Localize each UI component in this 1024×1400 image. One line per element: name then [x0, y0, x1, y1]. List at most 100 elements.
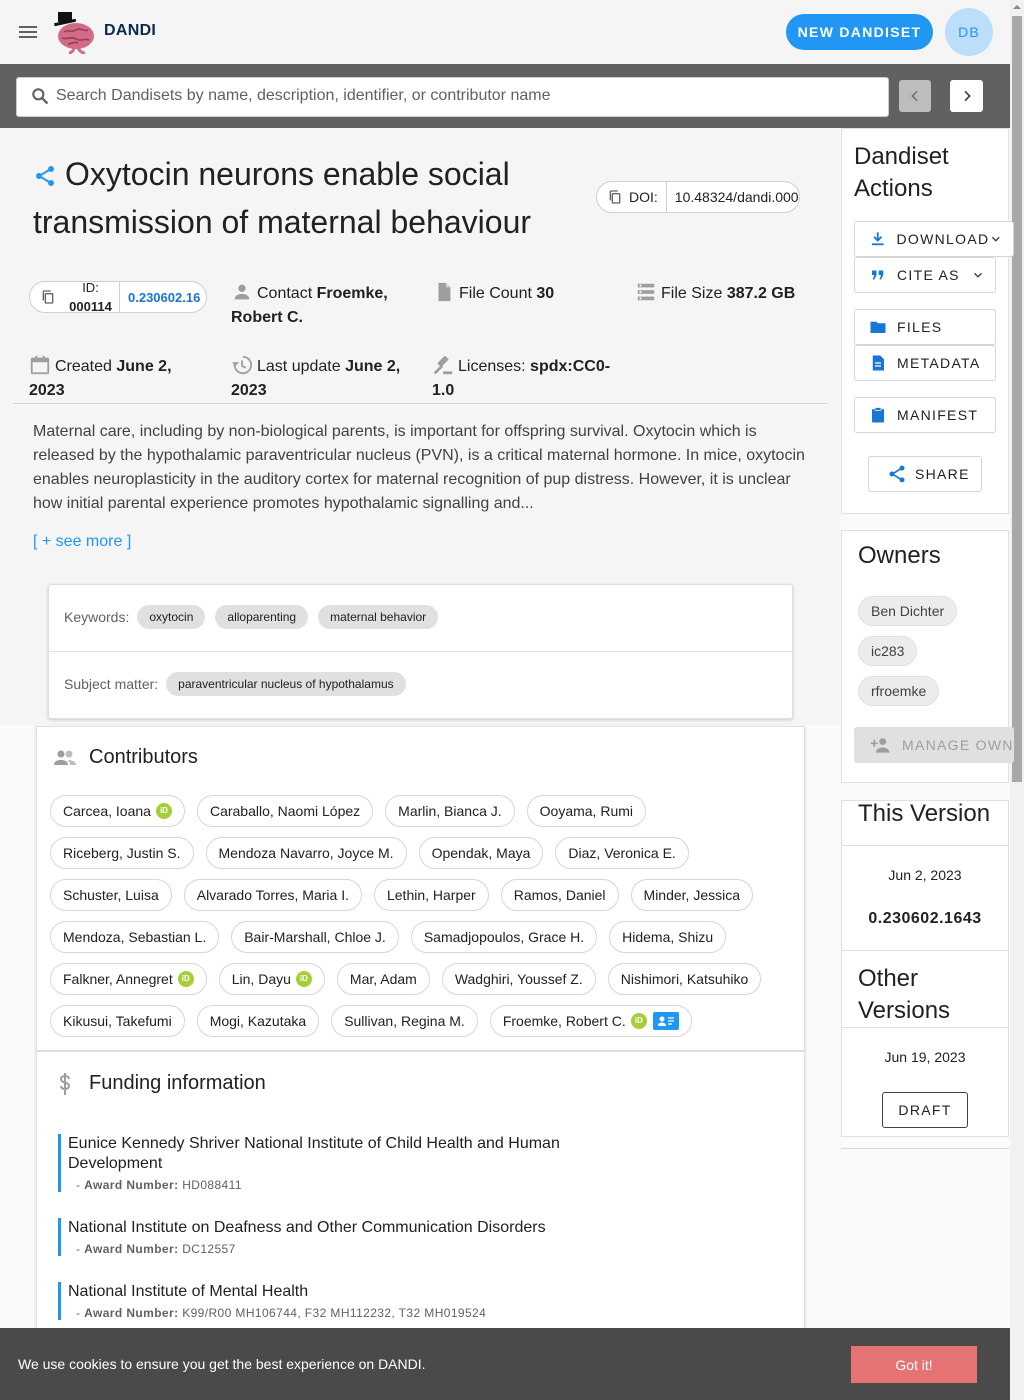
menu-icon[interactable]: [16, 20, 40, 44]
contributor-name: Caraballo, Naomi López: [209, 803, 361, 819]
identifier-value: 000114: [69, 299, 112, 313]
dandi-logo[interactable]: [52, 10, 98, 54]
file-icon: [438, 282, 451, 302]
award-number: - Award Number: DC12557: [76, 1242, 236, 1256]
contributor-chip[interactable]: Alvarado Torres, Maria I.: [183, 879, 362, 911]
draft-version-button[interactable]: Draft: [882, 1092, 968, 1128]
contributor-chip[interactable]: Carcea, Ioana iD: [50, 795, 185, 827]
files-button[interactable]: Files: [854, 309, 996, 345]
orcid-icon[interactable]: iD: [630, 1013, 647, 1029]
manage-owners-label: Manage Own: [902, 737, 1014, 753]
this-version-number[interactable]: 0.230602.1643: [842, 910, 1008, 928]
divider: [841, 950, 1009, 951]
contributor-chip[interactable]: Nishimori, Katsuhiko: [607, 963, 762, 995]
scrollbar-thumb[interactable]: [1012, 16, 1022, 782]
contributor-chip[interactable]: Bair-Marshall, Chloe J.: [231, 921, 399, 953]
contributor-chip[interactable]: Marlin, Bianca J.: [385, 795, 515, 827]
copy-icon[interactable]: [607, 189, 623, 205]
share-icon[interactable]: [33, 164, 57, 188]
search-icon: [30, 86, 50, 106]
chevron-right-icon: [963, 90, 971, 102]
quote-icon: [872, 270, 884, 280]
history-icon: [231, 355, 253, 375]
funding-item: National Institute of Mental Health - Aw…: [58, 1282, 578, 1320]
contact-info: Contact Froemke, Robert C.: [231, 281, 421, 330]
contributor-chip[interactable]: Hidema, Shizu: [609, 921, 727, 953]
manage-owners-button[interactable]: Manage Own: [854, 727, 1014, 763]
contributor-chip[interactable]: Kikusui, Takefumi: [50, 1005, 185, 1037]
accept-cookies-button[interactable]: Got it!: [851, 1346, 977, 1383]
contributor-name: Minder, Jessica: [643, 887, 741, 903]
contributor-name: Mar, Adam: [349, 971, 417, 987]
contributor-chip[interactable]: Falkner, Annegret iD: [50, 963, 207, 995]
contributor-chip[interactable]: Mar, Adam: [336, 963, 430, 995]
people-icon: [53, 746, 77, 770]
search-input[interactable]: [56, 84, 876, 108]
file-size-value: 387.2 GB: [726, 285, 796, 302]
contributor-chip[interactable]: Diaz, Veronica E.: [555, 837, 689, 869]
funder-name: Eunice Kennedy Shriver National Institut…: [68, 1135, 560, 1172]
folder-icon: [870, 321, 886, 333]
keyword-chip: oxytocin: [137, 605, 206, 629]
contributor-name: Lin, Dayu: [231, 971, 291, 987]
user-avatar[interactable]: DB: [945, 8, 993, 56]
contributor-chip[interactable]: Ramos, Daniel: [500, 879, 619, 911]
share-button[interactable]: Share: [868, 456, 982, 492]
new-dandiset-button[interactable]: New Dandiset: [786, 14, 933, 50]
dandiset-actions-title: Dandiset Actions: [854, 143, 949, 202]
download-button[interactable]: Download: [854, 221, 1014, 257]
contributor-chip[interactable]: Opendak, Maya: [418, 837, 544, 869]
keywords-label: Keywords:: [64, 609, 130, 625]
this-version-date: Jun 2, 2023: [888, 867, 962, 883]
subject-matter-label: Subject matter:: [64, 676, 159, 692]
storage-icon: [637, 283, 655, 301]
contributor-chip[interactable]: Mendoza Navarro, Joyce M.: [205, 837, 407, 869]
contributor-name: Wadghiri, Youssef Z.: [454, 971, 583, 987]
orcid-icon[interactable]: iD: [295, 971, 312, 987]
contributor-chip[interactable]: Schuster, Luisa: [50, 879, 172, 911]
contributor-name: Alvarado Torres, Maria I.: [196, 887, 349, 903]
calendar-icon: [30, 355, 50, 375]
funder-name: National Institute on Deafness and Other…: [68, 1219, 546, 1236]
brand-name[interactable]: DANDI: [104, 22, 156, 40]
contributor-chip[interactable]: Wadghiri, Youssef Z.: [441, 963, 596, 995]
contact-label: Contact: [257, 285, 313, 302]
contributor-chip[interactable]: Froemke, Robert C. iD: [489, 1005, 692, 1037]
funding-item: Eunice Kennedy Shriver National Institut…: [58, 1134, 578, 1192]
contributor-chip[interactable]: Mendoza, Sebastian L.: [50, 921, 220, 953]
contributor-name: Riceberg, Justin S.: [63, 845, 181, 861]
download-icon: [871, 232, 884, 246]
share-label: Share: [915, 466, 970, 482]
scroll-up-arrow-icon[interactable]: [1012, 2, 1022, 12]
orcid-icon[interactable]: iD: [177, 971, 194, 987]
file-count-value: 30: [536, 285, 555, 302]
see-more-link[interactable]: [ + see more ]: [33, 533, 131, 551]
contributor-chip[interactable]: Sullivan, Regina M.: [331, 1005, 478, 1037]
award-number: - Award Number: HD088411: [76, 1178, 242, 1192]
contributor-chip[interactable]: Mogi, Kazutaka: [196, 1005, 320, 1037]
previous-page-button[interactable]: [899, 80, 931, 112]
contributor-name: Mogi, Kazutaka: [209, 1013, 307, 1029]
doi-chip[interactable]: DOI: 10.48324/dandi.000: [596, 181, 800, 213]
contributor-chip[interactable]: Lethin, Harper: [373, 879, 489, 911]
orcid-icon[interactable]: iD: [155, 803, 172, 819]
contributor-chip[interactable]: Lin, Dayu iD: [218, 963, 325, 995]
identifier-label: ID: 000114: [62, 282, 120, 313]
manifest-button[interactable]: Manifest: [854, 397, 996, 433]
person-icon: [234, 284, 250, 300]
next-page-button[interactable]: [950, 80, 983, 112]
metadata-button[interactable]: Metadata: [854, 345, 996, 381]
identifier-chip[interactable]: ID: 000114 0.230602.16: [29, 281, 207, 313]
doi-label: DOI:: [629, 182, 667, 212]
files-label: Files: [897, 319, 943, 335]
contributor-chip[interactable]: Riceberg, Justin S.: [50, 837, 194, 869]
contributor-chip[interactable]: Minder, Jessica: [630, 879, 754, 911]
copy-icon[interactable]: [40, 289, 56, 305]
created-label: Created: [55, 358, 112, 375]
divider: [13, 403, 828, 404]
contributor-chip[interactable]: Ooyama, Rumi: [526, 795, 646, 827]
contributor-chip[interactable]: Caraballo, Naomi López: [196, 795, 374, 827]
contributor-name: Ramos, Daniel: [513, 887, 606, 903]
cite-as-button[interactable]: Cite As: [854, 257, 996, 293]
contributor-chip[interactable]: Samadjopoulos, Grace H.: [410, 921, 598, 953]
